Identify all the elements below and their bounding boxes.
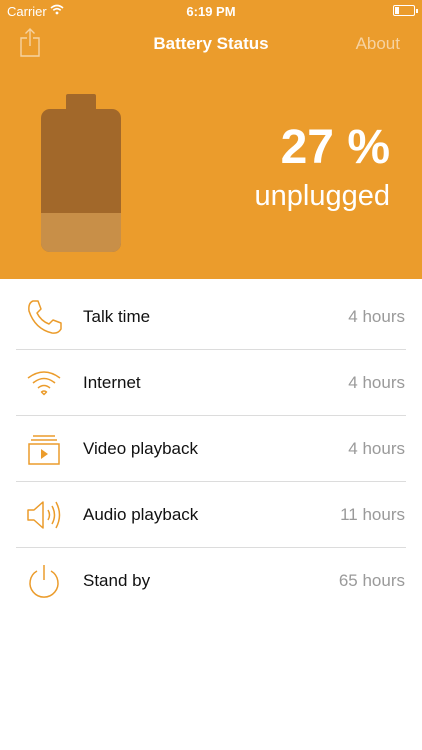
usage-label: Internet <box>83 373 141 392</box>
battery-level-fill <box>41 213 121 252</box>
battery-level-graphic <box>41 94 121 252</box>
wifi-icon <box>27 371 61 396</box>
clock: 6:19 PM <box>186 4 236 19</box>
list-item-stand-by: Stand by 65 hours <box>0 548 422 614</box>
usage-value: 4 hours <box>348 439 405 458</box>
speaker-icon <box>27 501 61 529</box>
about-button[interactable]: About <box>356 34 400 54</box>
status-battery-icon <box>393 5 418 16</box>
usage-value: 65 hours <box>338 571 405 590</box>
status-bar: Carrier 6:19 PM <box>0 0 422 22</box>
usage-label: Video playback <box>83 439 198 458</box>
usage-list: Talk time 4 hours Internet 4 hours Video… <box>0 284 422 614</box>
usage-label: Talk time <box>83 307 151 326</box>
battery-header: Carrier 6:19 PM Battery Status About 27 … <box>0 0 422 279</box>
power-icon <box>29 565 59 598</box>
usage-value: 11 hours <box>340 505 405 524</box>
usage-label: Audio playback <box>83 505 199 524</box>
usage-label: Stand by <box>83 571 151 590</box>
list-item-talk-time: Talk time 4 hours <box>0 284 422 350</box>
list-item-video-playback: Video playback 4 hours <box>0 416 422 482</box>
usage-value: 4 hours <box>348 373 405 392</box>
phone-icon <box>28 300 62 334</box>
battery-percent: 27 % <box>280 121 390 174</box>
usage-value: 4 hours <box>348 307 405 326</box>
list-item-internet: Internet 4 hours <box>0 350 422 416</box>
list-item-audio-playback: Audio playback 11 hours <box>0 482 422 548</box>
charging-state: unplugged <box>254 180 390 212</box>
video-icon <box>28 435 60 465</box>
